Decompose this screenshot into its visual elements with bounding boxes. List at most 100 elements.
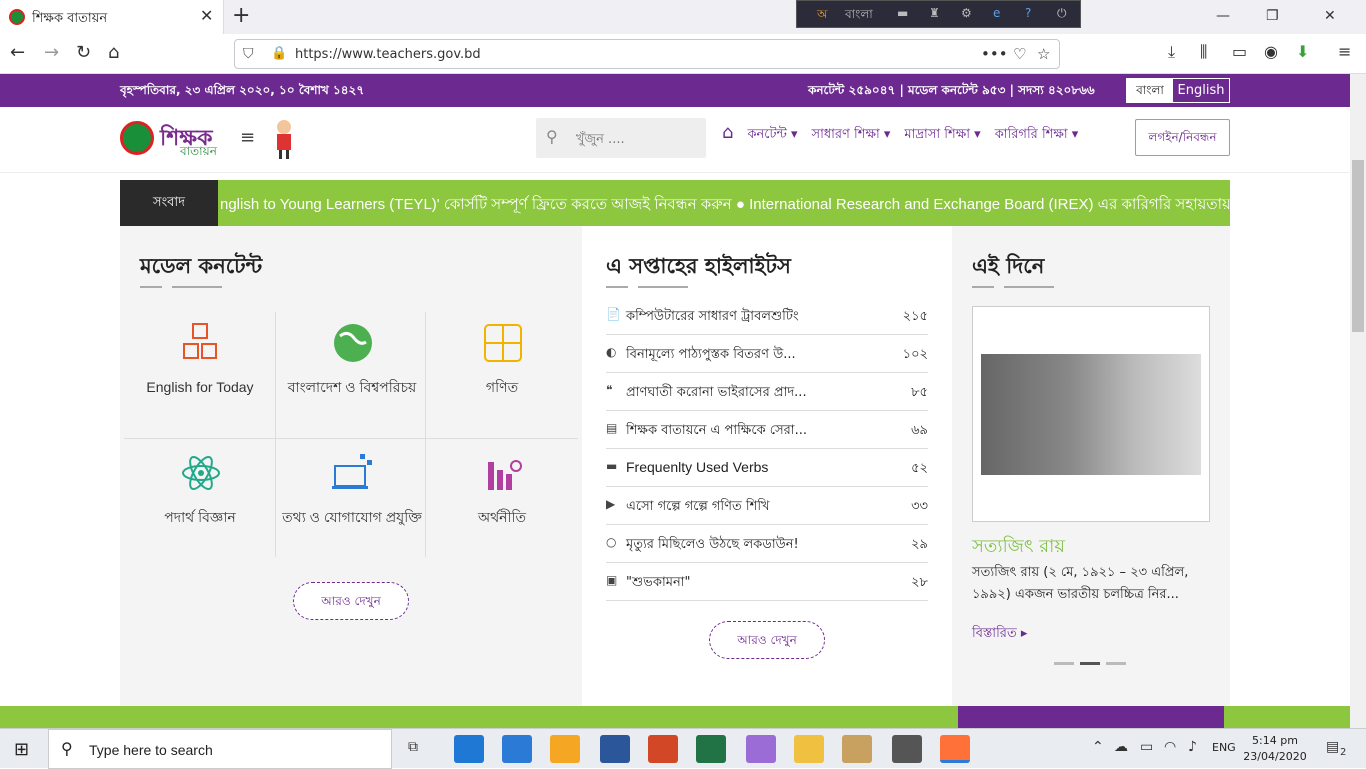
highlight-title[interactable]: মৃত্যুর মিছিলেও উঠছে লকডাউন!: [626, 535, 799, 556]
taskbar-search-input[interactable]: Type here to search: [89, 742, 213, 758]
firefox-icon[interactable]: [940, 735, 970, 763]
subject-physics[interactable]: পদার্থ বিজ্ঞান: [125, 442, 275, 567]
input-language[interactable]: ENG: [1212, 741, 1236, 754]
volume-icon[interactable]: ♪: [1188, 739, 1197, 755]
subject-english[interactable]: English for Today: [125, 312, 275, 437]
highlight-title[interactable]: Frequenlty Used Verbs: [626, 459, 768, 475]
highlight-item[interactable]: ▣ "শুভকামনা" ২৮: [606, 563, 928, 601]
edge-icon[interactable]: [454, 735, 484, 763]
close-tab-icon[interactable]: ✕: [200, 6, 213, 25]
highlight-item[interactable]: ▬ Frequenlty Used Verbs ৫২: [606, 449, 928, 487]
person-name[interactable]: সত্যজিৎ রায়: [972, 532, 1065, 563]
model-content-more-button[interactable]: আরও দেখুন: [293, 582, 409, 620]
logo-subtext[interactable]: বাতায়ন: [180, 143, 217, 163]
minimize-icon[interactable]: —: [1216, 8, 1230, 24]
highlights-more-button[interactable]: আরও দেখুন: [709, 621, 825, 659]
highlight-item[interactable]: ▤ শিক্ষক বাতায়নে এ পাক্ষিকে সেরা... ৬৯: [606, 411, 928, 449]
bookmark-star-icon[interactable]: ☆: [1037, 45, 1050, 63]
highlight-item[interactable]: ○ মৃত্যুর মিছিলেও উঠছে লকডাউন! ২৯: [606, 525, 928, 563]
search-icon[interactable]: ⚲: [546, 127, 558, 146]
paint-icon[interactable]: [746, 735, 776, 763]
tray-language-label[interactable]: বাংলা: [845, 6, 873, 26]
excel-icon[interactable]: [696, 735, 726, 763]
word-icon[interactable]: [600, 735, 630, 763]
carousel-dot[interactable]: [1054, 662, 1074, 665]
new-tab-icon[interactable]: +: [232, 3, 250, 28]
portrait-photo[interactable]: [981, 354, 1201, 475]
tray-user-icon[interactable]: ♜: [929, 6, 940, 20]
hamburger-icon[interactable]: ≡: [240, 127, 255, 148]
sidebar-icon[interactable]: ▭: [1232, 42, 1247, 61]
restore-icon[interactable]: ❐: [1266, 8, 1279, 24]
scrollbar-thumb[interactable]: [1352, 160, 1364, 332]
download-icon[interactable]: ⤓: [1168, 42, 1175, 62]
more-actions-icon[interactable]: •••: [981, 45, 1008, 63]
home-icon[interactable]: ⌂: [108, 42, 119, 63]
subject-economics[interactable]: অর্থনীতি: [427, 442, 577, 567]
gear-icon[interactable]: ⚙: [961, 6, 972, 20]
ticker-text[interactable]: nglish to Young Learners (TEYL)' কোর্সটি…: [220, 193, 1230, 218]
task-view-icon[interactable]: ⧉: [408, 739, 418, 755]
carousel-dot[interactable]: [1106, 662, 1126, 665]
wifi-icon[interactable]: ◠: [1164, 739, 1176, 755]
search-box[interactable]: ⚲ খুঁজুন ....: [536, 118, 706, 158]
browser-tab[interactable]: শিক্ষক বাতায়ন ✕: [0, 0, 224, 34]
camera-icon[interactable]: [892, 735, 922, 763]
govt-logo-icon[interactable]: [120, 121, 154, 155]
powerpoint-icon[interactable]: [648, 735, 678, 763]
url-bar[interactable]: ⛉ 🔒 https://www.teachers.gov.bd ••• ♡ ☆: [234, 39, 1060, 69]
bangla-keyboard-icon[interactable]: অ: [817, 6, 827, 26]
paint-palette-icon[interactable]: [842, 735, 872, 763]
menu-icon[interactable]: ≡: [1338, 42, 1351, 61]
subject-bangladesh[interactable]: বাংলাদেশ ও বিশ্বপরিচয়: [277, 312, 427, 437]
lock-icon[interactable]: 🔒: [271, 46, 287, 61]
tray-tool-icon[interactable]: ▬: [897, 6, 908, 20]
file-explorer-icon[interactable]: [794, 735, 824, 763]
back-arrow-icon[interactable]: ←: [10, 42, 25, 63]
clock[interactable]: 5:14 pm 23/04/2020: [1240, 733, 1310, 765]
home-menu-icon[interactable]: ⌂: [722, 122, 733, 146]
chevron-up-icon[interactable]: ⌃: [1092, 739, 1104, 755]
highlight-item[interactable]: ◐ বিনামূল্যে পাঠ্যপুস্তক বিতরণ উ... ১০২: [606, 335, 928, 373]
highlight-title[interactable]: প্রাণঘাতী করোনা ভাইরাসের প্রাদ...: [626, 383, 807, 404]
subject-math[interactable]: গণিত: [427, 312, 577, 437]
mail-icon[interactable]: [502, 735, 532, 763]
account-icon[interactable]: ◉: [1264, 42, 1278, 61]
extension-icon[interactable]: ⬇: [1296, 42, 1309, 61]
windows-start-icon[interactable]: ⊞: [14, 739, 29, 760]
menu-item-general-education[interactable]: সাধারণ শিক্ষা ▾: [811, 125, 890, 146]
library-icon[interactable]: ⫼: [1200, 42, 1207, 62]
highlight-title[interactable]: এসো গল্পে গল্পে গণিত শিখি: [626, 497, 770, 518]
menu-item-madrasa-education[interactable]: মাদ্রাসা শিক্ষা ▾: [904, 125, 980, 146]
subject-ict[interactable]: তথ্য ও যোগাযোগ প্রযুক্তি: [277, 442, 427, 567]
power-icon[interactable]: ⏻: [1057, 6, 1067, 21]
close-window-icon[interactable]: ✕: [1324, 8, 1336, 24]
carousel-dot-active[interactable]: [1080, 662, 1100, 665]
url-text[interactable]: https://www.teachers.gov.bd: [295, 47, 481, 62]
highlight-item[interactable]: ▶ এসো গল্পে গল্পে গণিত শিখি ৩৩: [606, 487, 928, 525]
search-input[interactable]: খুঁজুন ....: [576, 130, 625, 151]
menu-item-content[interactable]: কনটেন্ট ▾: [747, 125, 797, 146]
menu-item-technical-education[interactable]: কারিগরি শিক্ষা ▾: [995, 125, 1079, 146]
pocket-icon[interactable]: ♡: [1013, 45, 1026, 63]
ie-icon[interactable]: e: [993, 6, 1000, 20]
highlight-item[interactable]: 📄 কম্পিউটারের সাধারণ ট্রাবলশুটিং ২১৫: [606, 297, 928, 335]
reload-icon[interactable]: ↻: [76, 42, 91, 63]
shield-icon[interactable]: ⛉: [243, 46, 254, 62]
highlight-item[interactable]: ❝ প্রাণঘাতী করোনা ভাইরাসের প্রাদ... ৮৫: [606, 373, 928, 411]
page-scrollbar[interactable]: [1350, 74, 1366, 728]
notification-icon[interactable]: ▤: [1326, 739, 1339, 755]
help-icon[interactable]: ?: [1025, 6, 1031, 20]
store-icon[interactable]: [550, 735, 580, 763]
lang-english-button[interactable]: English: [1173, 79, 1229, 102]
taskbar-search[interactable]: ⚲ Type here to search: [48, 729, 392, 769]
battery-icon[interactable]: ▭: [1140, 739, 1153, 755]
highlight-title[interactable]: বিনামূল্যে পাঠ্যপুস্তক বিতরণ উ...: [626, 345, 796, 366]
highlight-title[interactable]: কম্পিউটারের সাধারণ ট্রাবলশুটিং: [626, 307, 799, 328]
forward-arrow-icon[interactable]: →: [44, 42, 59, 63]
portrait-frame[interactable]: [972, 306, 1210, 522]
lang-bangla-button[interactable]: বাংলা: [1127, 79, 1173, 102]
login-button[interactable]: লগইন/নিবন্ধন: [1135, 119, 1230, 156]
cloud-icon[interactable]: ☁: [1114, 739, 1128, 755]
details-link[interactable]: বিস্তারিত ▸: [972, 624, 1027, 645]
